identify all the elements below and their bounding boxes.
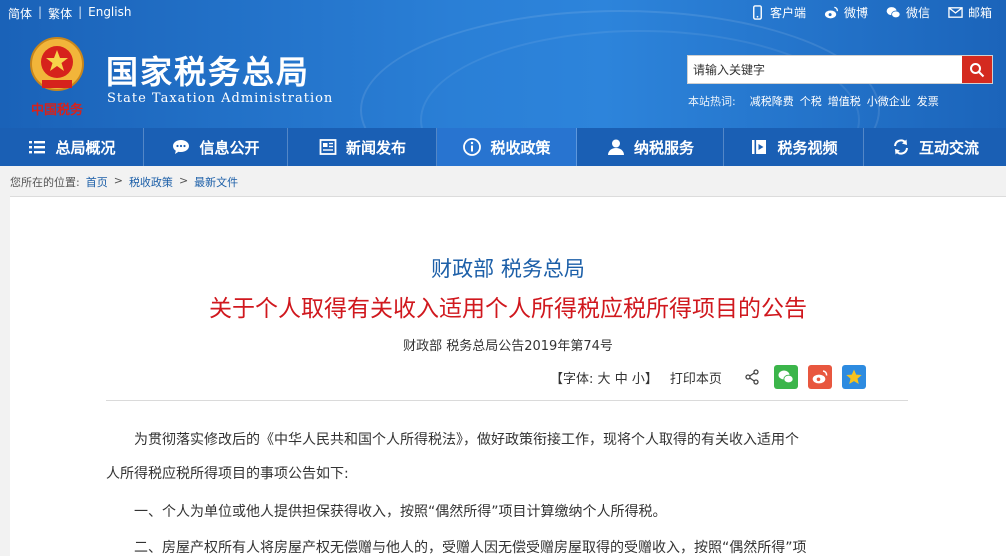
font-size-medium[interactable]: 中 <box>615 372 628 387</box>
hot-words-label: 本站热词: <box>688 95 736 108</box>
nav-item-info[interactable]: 信息公开 <box>144 128 288 166</box>
article-issuer: 财政部 税务总局 <box>431 257 585 281</box>
search-icon <box>970 62 985 77</box>
nav-item-news[interactable]: 新闻发布 <box>288 128 437 166</box>
breadcrumb-link-tax-policy[interactable]: 税收政策 <box>129 174 173 190</box>
nav-item-video[interactable]: 税务视频 <box>724 128 864 166</box>
svg-text:中国税务: 中国税务 <box>31 102 84 118</box>
wechat-icon <box>886 7 901 19</box>
site-subtitle: State Taxation Administration <box>107 91 334 106</box>
menu-icon <box>29 141 46 154</box>
nav-item-service[interactable]: 纳税服务 <box>577 128 724 166</box>
refresh-icon <box>893 139 908 155</box>
top-links: 客户端 微博 微信 邮箱 <box>750 4 992 21</box>
hot-word[interactable]: 小微企业 <box>867 93 911 109</box>
tax-emblem-logo: 中国税务 <box>30 37 84 118</box>
article-paragraph: 一、个人为单位或他人提供担保获得收入，按照“偶然所得”项目计算缴纳个人所得税。 <box>134 504 667 520</box>
font-size-large[interactable]: 大 <box>598 372 611 387</box>
info-icon <box>463 138 482 156</box>
article-paragraph: 人所得税应税所得项目的事项公告如下: <box>106 466 349 482</box>
print-link[interactable]: 打印本页 <box>670 368 722 387</box>
breadcrumb-prefix: 您所在的位置: <box>10 176 80 189</box>
breadcrumb: 您所在的位置: 首页 > 税收政策 > 最新文件 <box>10 174 239 190</box>
share-weibo-button[interactable] <box>807 365 832 389</box>
hot-word[interactable]: 减税降费 <box>750 93 794 109</box>
site-title: 国家税务总局 <box>106 53 311 91</box>
font-size-small[interactable]: 小】 <box>632 372 658 387</box>
mail-link[interactable]: 邮箱 <box>948 4 992 21</box>
search-button[interactable] <box>962 56 992 83</box>
client-link[interactable]: 客户端 <box>750 4 806 21</box>
search-box <box>687 55 993 84</box>
toolbar-divider <box>106 400 908 401</box>
article-title: 关于个人取得有关收入适用个人所得税应税所得项目的公告 <box>209 296 807 322</box>
newspaper-icon <box>319 139 337 155</box>
share-icon[interactable] <box>744 369 760 385</box>
article-paragraph: 二、房屋产权所有人将房屋产权无偿赠与他人的，受赠人因无偿受赠房屋取得的受赠收入，… <box>134 540 807 556</box>
language-switcher: 简体 | 繁体 | English <box>8 5 132 22</box>
site-header: 简体 | 繁体 | English 客户端 微博 微信 邮箱 中国税务 国家税务… <box>0 0 1006 128</box>
breadcrumb-link-latest[interactable]: 最新文件 <box>194 174 238 190</box>
wechat-icon <box>778 370 794 384</box>
main-nav: 总局概况 信息公开 新闻发布 税收政策 纳税服务 税务视频 互动交流 <box>0 128 1006 166</box>
user-icon <box>607 139 624 155</box>
article-toolbar: 【字体: 大 中 小】 打印本页 <box>550 365 876 389</box>
lang-english[interactable]: English <box>88 5 131 22</box>
hot-word[interactable]: 发票 <box>917 93 939 109</box>
hot-word[interactable]: 增值税 <box>828 93 861 109</box>
video-icon <box>752 140 767 154</box>
nav-item-overview[interactable]: 总局概况 <box>0 128 144 166</box>
star-icon <box>846 369 862 384</box>
weibo-icon <box>812 370 828 384</box>
share-wechat-button[interactable] <box>773 365 798 389</box>
wechat-link[interactable]: 微信 <box>886 4 930 21</box>
weibo-icon <box>824 6 838 19</box>
font-size-control: 【字体: 大 中 小】 <box>550 371 658 387</box>
mobile-icon <box>752 5 762 20</box>
chat-icon <box>173 140 190 154</box>
lang-simplified[interactable]: 简体 <box>8 5 32 22</box>
document-number: 财政部 税务总局公告2019年第74号 <box>403 339 613 354</box>
hot-words: 本站热词: 减税降费 个税 增值税 小微企业 发票 <box>688 93 939 109</box>
weibo-link[interactable]: 微博 <box>824 4 868 21</box>
hot-word[interactable]: 个税 <box>800 93 822 109</box>
article-paragraph: 为贯彻落实修改后的《中华人民共和国个人所得税法》，做好政策衔接工作，现将个人取得… <box>134 432 799 448</box>
share-qzone-button[interactable] <box>841 365 866 389</box>
lang-traditional[interactable]: 繁体 <box>48 5 72 22</box>
article-panel: 财政部 税务总局 关于个人取得有关收入适用个人所得税应税所得项目的公告 财政部 … <box>10 196 1006 556</box>
breadcrumb-link-home[interactable]: 首页 <box>86 174 108 190</box>
nav-item-tax-policy[interactable]: 税收政策 <box>437 128 577 166</box>
mail-icon <box>948 7 963 18</box>
search-input[interactable] <box>688 56 962 83</box>
nav-item-interaction[interactable]: 互动交流 <box>864 128 1006 166</box>
